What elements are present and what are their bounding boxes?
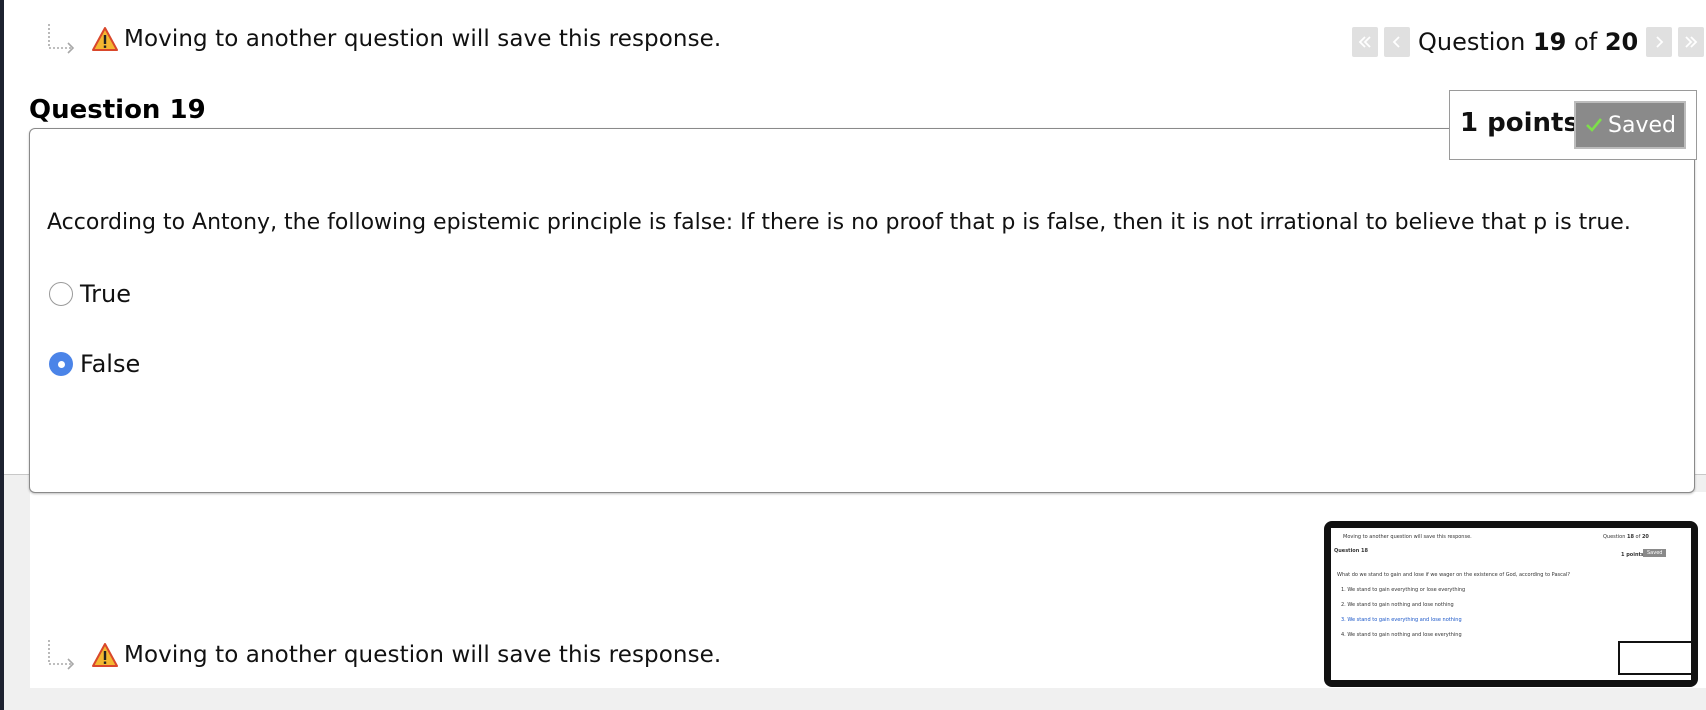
- save-notice-text: Moving to another question will save thi…: [124, 26, 722, 52]
- saved-label: Saved: [1608, 112, 1676, 138]
- thumb-option-2: 2. We stand to gain nothing and lose not…: [1341, 602, 1454, 608]
- question-navigation: Question 19 of 20: [1352, 27, 1706, 57]
- radio-true[interactable]: [49, 282, 73, 306]
- next-question-button[interactable]: [1646, 27, 1673, 57]
- answer-option-true[interactable]: True: [49, 280, 131, 308]
- option-label-false: False: [80, 350, 141, 378]
- thumb-counter-prefix: Question: [1603, 534, 1626, 540]
- option-label-true: True: [80, 280, 131, 308]
- double-chevron-left-icon: [1358, 36, 1371, 48]
- arrow-icon: [48, 24, 75, 54]
- warning-icon: [92, 27, 118, 51]
- question-title: Question 19: [29, 95, 206, 125]
- checkmark-icon: [1586, 118, 1603, 132]
- question-counter: Question 19 of 20: [1418, 28, 1638, 56]
- counter-total: 20: [1604, 28, 1639, 56]
- points-panel: 1 points Saved: [1449, 90, 1697, 160]
- thumb-option-4: 4. We stand to gain nothing and lose eve…: [1341, 632, 1462, 638]
- screenshot-thumbnail[interactable]: Moving to another question will save thi…: [1324, 521, 1698, 687]
- counter-prefix: Question: [1418, 28, 1526, 56]
- save-notice-bottom: Moving to another question will save thi…: [46, 638, 721, 672]
- saved-status-button[interactable]: Saved: [1574, 101, 1686, 149]
- chevron-left-icon: [1392, 36, 1400, 48]
- first-question-button[interactable]: [1352, 27, 1378, 57]
- thumb-counter: Question 18 of 20: [1603, 534, 1649, 540]
- thumb-saved: Saved: [1643, 549, 1667, 557]
- previous-question-button[interactable]: [1384, 27, 1410, 57]
- save-notice-text: Moving to another question will save thi…: [124, 642, 722, 668]
- last-question-button[interactable]: [1678, 27, 1705, 57]
- thumbnail-content: Moving to another question will save thi…: [1331, 528, 1691, 680]
- counter-current: 19: [1532, 28, 1567, 56]
- answer-option-false[interactable]: False: [49, 350, 140, 378]
- chevron-right-icon: [1656, 36, 1664, 48]
- question-box: [29, 128, 1695, 493]
- thumb-counter-current: 18: [1626, 534, 1634, 540]
- thumb-question-text: What do we stand to gain and lose if we …: [1337, 572, 1570, 578]
- question-text: According to Antony, the following epist…: [47, 210, 1631, 235]
- thumb-counter-total: 20: [1641, 534, 1649, 540]
- arrow-icon: [48, 640, 75, 670]
- save-notice-top: Moving to another question will save thi…: [46, 22, 721, 56]
- thumb-points: 1 points: [1621, 552, 1644, 558]
- thumb-option-3: 3. We stand to gain everything and lose …: [1341, 617, 1462, 623]
- points-value: 1 points: [1460, 108, 1579, 138]
- thumb-notice: Moving to another question will save thi…: [1343, 534, 1472, 540]
- warning-icon: [92, 643, 118, 667]
- thumb-option-1: 1. We stand to gain everything or lose e…: [1341, 587, 1466, 593]
- thumb-nested-preview: [1618, 641, 1691, 675]
- double-chevron-right-icon: [1685, 36, 1698, 48]
- counter-of: of: [1574, 28, 1598, 56]
- thumb-counter-of: of: [1635, 534, 1641, 540]
- radio-false[interactable]: [49, 352, 73, 376]
- thumb-title: Question 18: [1334, 548, 1368, 554]
